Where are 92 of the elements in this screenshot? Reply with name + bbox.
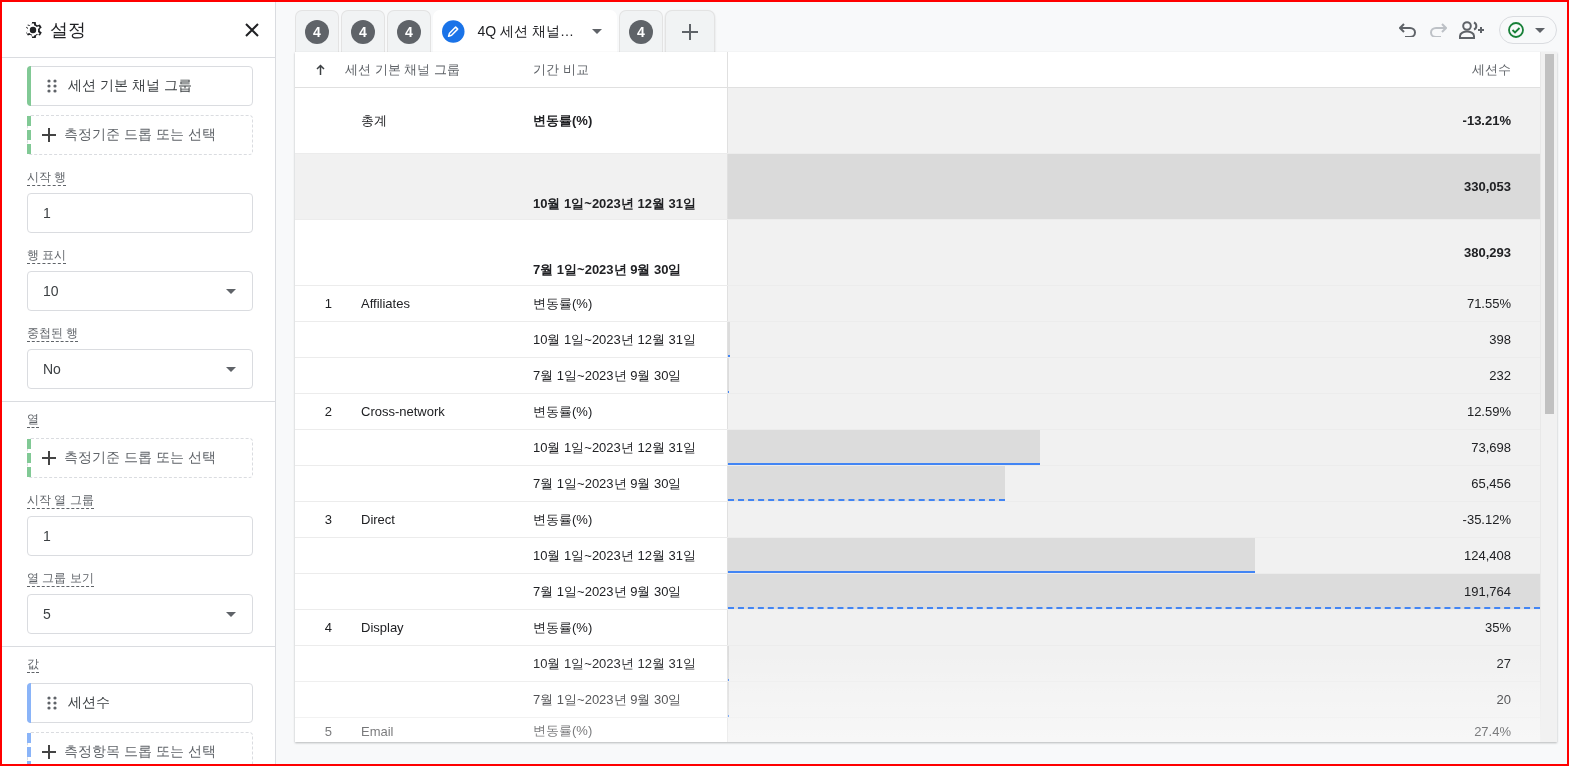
caret-icon xyxy=(226,366,236,372)
period-label: 10월 1일~2023년 12월 31일 xyxy=(533,654,696,673)
undo-icon[interactable] xyxy=(1399,23,1417,37)
section-label: 값 xyxy=(27,657,39,673)
table-cell: -13.21% xyxy=(1462,113,1511,128)
period-label: 10월 1일~2023년 12월 31일 xyxy=(533,330,696,349)
field-label: 행 표시 xyxy=(27,248,67,264)
dropdown[interactable]: 10 xyxy=(27,271,253,311)
add-tab-button[interactable] xyxy=(665,10,715,52)
table-cell: 27.4% xyxy=(1474,723,1511,739)
period-label: 변동률(%) xyxy=(533,722,593,740)
table-cell: Direct xyxy=(361,512,395,527)
drop-zone[interactable]: 측정항목 드롭 또는 선택 xyxy=(27,732,253,764)
table-cell: 191,764 xyxy=(1464,584,1511,599)
table-cell: Display xyxy=(361,620,404,635)
table-cell: 27 xyxy=(1496,656,1511,671)
drop-zone[interactable]: 측정기준 드롭 또는 선택 xyxy=(27,438,253,478)
table-cell: -35.12% xyxy=(1462,512,1511,527)
count-badge: 4 xyxy=(351,19,375,44)
table-cell: 232 xyxy=(1489,368,1511,383)
tab[interactable]: 4 xyxy=(619,10,663,52)
period-label: 7월 1일~2023년 9월 30일 xyxy=(533,366,682,385)
field-label: 시작 행 xyxy=(27,170,67,186)
plus-icon xyxy=(42,128,56,142)
plus-icon xyxy=(682,23,698,40)
count-badge: 4 xyxy=(305,19,329,44)
field-label: 시작 열 그룹 xyxy=(27,493,94,509)
tab[interactable]: 4 xyxy=(341,10,385,52)
panel-title: 설정 xyxy=(50,18,87,42)
dropdown[interactable]: 5 xyxy=(27,594,253,634)
row-number: 5 xyxy=(324,723,332,739)
drag-handle-icon[interactable] xyxy=(47,79,57,93)
table-cell: 65,456 xyxy=(1471,476,1511,491)
table-cell: 398 xyxy=(1489,332,1511,347)
sort-arrow-icon[interactable] xyxy=(315,64,325,75)
table-cell: 73,698 xyxy=(1471,440,1511,455)
field-label: 열 그룹 보기 xyxy=(27,571,94,587)
table-cell: 20 xyxy=(1496,692,1511,707)
table-cell: 124,408 xyxy=(1464,548,1511,563)
field-label: 중첩된 행 xyxy=(27,326,79,342)
table-cell: Cross-network xyxy=(361,404,445,419)
period-label: 10월 1일~2023년 12월 31일 xyxy=(533,546,696,565)
number-field[interactable]: 1 xyxy=(27,516,253,556)
period-label: 변동률(%) xyxy=(533,402,593,421)
table-cell: Email xyxy=(361,723,394,739)
dropdown[interactable]: No xyxy=(27,349,253,389)
period-label: 7월 1일~2023년 9월 30일 xyxy=(533,261,682,279)
section-label: 열 xyxy=(27,412,39,428)
table-cell: 12.59% xyxy=(1466,404,1511,419)
tab[interactable]: 4 xyxy=(387,10,431,52)
period-label: 변동률(%) xyxy=(533,111,593,130)
scrollbar[interactable] xyxy=(1540,52,1557,742)
caret-icon xyxy=(1535,27,1545,33)
period-label: 변동률(%) xyxy=(533,510,593,529)
drag-handle-icon[interactable] xyxy=(47,696,57,710)
period-label: 7월 1일~2023년 9월 30일 xyxy=(533,690,682,709)
count-badge: 4 xyxy=(629,19,653,44)
table-cell: 35% xyxy=(1484,620,1511,635)
table-cell: Affiliates xyxy=(361,296,410,311)
tab[interactable]: 4Q 세션 채널… xyxy=(433,10,617,52)
period-label: 7월 1일~2023년 9월 30일 xyxy=(533,582,682,601)
caret-icon xyxy=(592,29,602,34)
pencil-icon xyxy=(442,19,465,44)
caret-icon xyxy=(226,611,236,617)
table-cell: 330,053 xyxy=(1464,179,1511,194)
dimension-chip[interactable]: 세션 기본 채널 그룹 xyxy=(27,66,253,106)
plus-icon xyxy=(42,451,56,465)
number-field[interactable]: 1 xyxy=(27,193,253,233)
period-label: 7월 1일~2023년 9월 30일 xyxy=(533,474,682,493)
row-number: 3 xyxy=(324,512,332,527)
add-person-icon[interactable] xyxy=(1459,21,1485,39)
column-header[interactable]: 기간 비교 xyxy=(533,60,589,79)
caret-icon xyxy=(226,288,236,294)
count-badge: 4 xyxy=(397,19,421,44)
column-header[interactable]: 세션수 xyxy=(1472,60,1511,79)
period-label: 10월 1일~2023년 12월 31일 xyxy=(533,438,696,457)
column-header[interactable]: 세션 기본 채널 그룹 xyxy=(345,60,460,79)
period-label: 변동률(%) xyxy=(533,618,593,637)
period-label: 변동률(%) xyxy=(533,294,593,313)
tab[interactable]: 4 xyxy=(295,10,339,52)
table-cell: 71.55% xyxy=(1466,296,1511,311)
table-cell: 380,293 xyxy=(1464,245,1511,260)
table-cell: 총계 xyxy=(361,111,387,130)
check-circle-icon xyxy=(1508,22,1524,38)
dimension-chip[interactable]: 세션수 xyxy=(27,683,253,723)
drop-zone[interactable]: 측정기준 드롭 또는 선택 xyxy=(27,115,253,155)
period-label: 10월 1일~2023년 12월 31일 xyxy=(533,195,696,213)
plus-icon xyxy=(42,745,56,759)
row-number: 2 xyxy=(324,404,332,419)
close-icon[interactable] xyxy=(245,22,259,37)
row-number: 1 xyxy=(324,296,332,311)
row-number: 4 xyxy=(324,620,332,635)
